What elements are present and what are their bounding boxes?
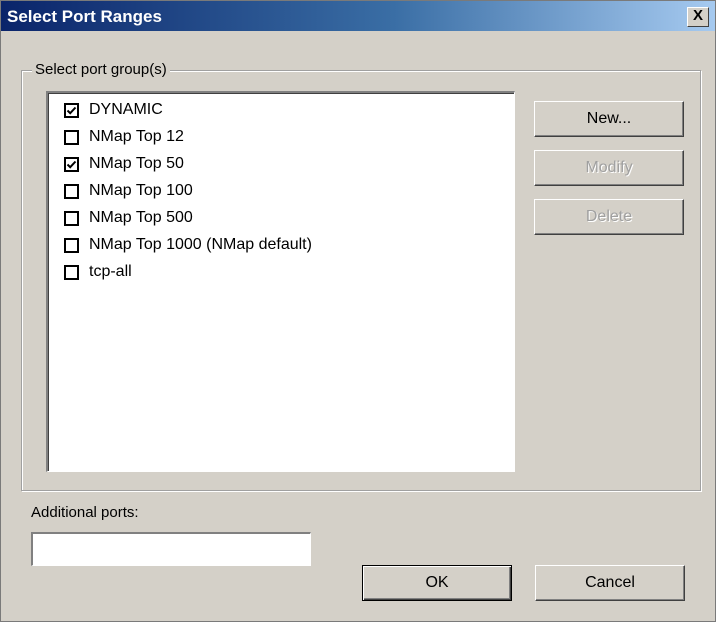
- select-port-ranges-dialog: Select Port Ranges X Select port group(s…: [0, 0, 716, 622]
- list-item-nmap-top-100[interactable]: NMap Top 100: [64, 180, 193, 202]
- title-bar: Select Port Ranges X: [1, 1, 715, 31]
- list-item-nmap-top-50[interactable]: NMap Top 50: [64, 153, 184, 175]
- list-item-label: NMap Top 12: [89, 128, 184, 145]
- tcp-all-checkbox[interactable]: [64, 264, 79, 280]
- list-item-label: DYNAMIC: [89, 101, 163, 118]
- ok-button[interactable]: OK: [362, 565, 512, 601]
- nmap-top-1000-checkbox[interactable]: [64, 237, 79, 253]
- checkmark-icon: [66, 160, 77, 169]
- cancel-button[interactable]: Cancel: [535, 565, 685, 601]
- modify-button[interactable]: Modify: [534, 150, 684, 186]
- list-item-tcp-all[interactable]: tcp-all: [64, 261, 132, 283]
- dynamic-checkbox[interactable]: [64, 102, 79, 118]
- port-group-list[interactable]: DYNAMIC NMap Top 12 NMap Top 50 NMap Top…: [46, 91, 515, 472]
- additional-ports-label: Additional ports:: [31, 504, 139, 521]
- list-item-label: tcp-all: [89, 263, 132, 280]
- list-item-label: NMap Top 1000 (NMap default): [89, 236, 312, 253]
- new-button[interactable]: New...: [534, 101, 684, 137]
- additional-ports-input[interactable]: [31, 532, 311, 566]
- close-button[interactable]: X: [687, 7, 709, 27]
- list-item-nmap-top-1000[interactable]: NMap Top 1000 (NMap default): [64, 234, 312, 256]
- port-group-legend: Select port group(s): [32, 61, 170, 78]
- list-item-nmap-top-500[interactable]: NMap Top 500: [64, 207, 193, 229]
- list-item-dynamic[interactable]: DYNAMIC: [64, 99, 163, 121]
- list-item-label: NMap Top 100: [89, 182, 193, 199]
- delete-button[interactable]: Delete: [534, 199, 684, 235]
- checkmark-icon: [66, 106, 77, 115]
- nmap-top-12-checkbox[interactable]: [64, 129, 79, 145]
- close-icon: X: [692, 7, 703, 24]
- dialog-title: Select Port Ranges: [7, 7, 162, 26]
- list-item-label: NMap Top 500: [89, 209, 193, 226]
- list-item-nmap-top-12[interactable]: NMap Top 12: [64, 126, 184, 148]
- list-item-label: NMap Top 50: [89, 155, 184, 172]
- nmap-top-100-checkbox[interactable]: [64, 183, 79, 199]
- nmap-top-50-checkbox[interactable]: [64, 156, 79, 172]
- nmap-top-500-checkbox[interactable]: [64, 210, 79, 226]
